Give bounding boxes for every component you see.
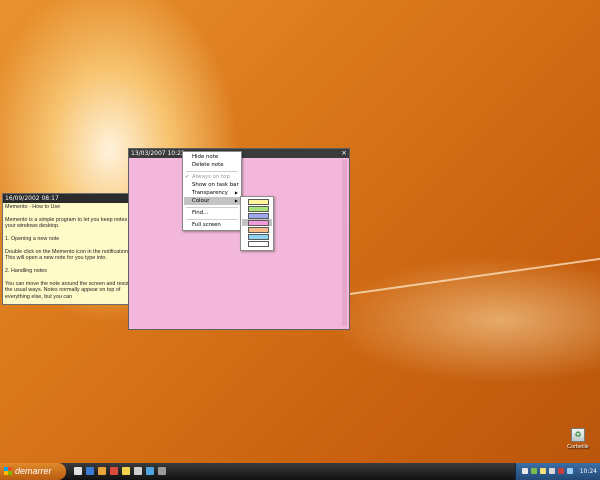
menu-item-delete-note[interactable]: Delete note [184,161,240,169]
quick-launch-icon[interactable] [146,467,154,475]
tray-icon[interactable] [522,468,528,474]
start-label: demarrer [15,466,52,476]
menu-separator [186,171,238,172]
menu-item-label: Always on top [192,174,230,180]
colour-option-blue[interactable] [242,212,272,219]
menu-item-transparency[interactable]: Transparency ▶ [184,189,240,197]
quick-launch-icon[interactable] [122,467,130,475]
recycle-bin-shortcut[interactable]: ♻ Corbeille [565,428,591,450]
note-context-menu: Hide note Delete note ✔ Always on top Sh… [182,151,242,231]
menu-item-label: Colour [192,198,210,204]
menu-item-label: Full screen [192,222,221,228]
note-window-howto[interactable]: 16/09/2002 08:17 Memento - How to Use Me… [2,193,147,305]
submenu-arrow-icon: ▶ [234,198,238,203]
menu-item-colour[interactable]: Colour ▶ [184,197,240,205]
windows-logo-icon [4,467,12,475]
desktop[interactable]: 16/09/2002 08:17 Memento - How to Use Me… [0,0,600,480]
colour-option-white[interactable] [242,240,272,247]
checkmark-icon: ✔ [185,174,190,180]
menu-item-always-on-top[interactable]: ✔ Always on top [184,173,240,181]
close-icon[interactable]: × [341,149,347,158]
note-body-text[interactable]: Memento - How to Use Memento is a simple… [3,203,147,305]
menu-item-show-on-task-bar[interactable]: Show on task bar [184,181,240,189]
submenu-arrow-icon: ▶ [234,190,238,195]
colour-option-green[interactable] [242,205,272,212]
memento-tray-icon[interactable] [540,468,546,474]
taskbar: demarrer 10:24 [0,463,600,480]
menu-item-hide-note[interactable]: Hide note [184,153,240,161]
menu-item-full-screen[interactable]: Full screen [184,221,240,229]
colour-option-pink[interactable] [242,219,272,226]
menu-item-label: Hide note [192,154,219,160]
colour-option-yellow[interactable] [242,198,272,205]
colour-submenu [240,196,274,251]
note-title-date: 13/03/2007 10:22 [131,150,185,157]
quick-launch-icon[interactable] [74,467,82,475]
recycle-bin-label: Corbeille [567,444,589,450]
quick-launch-icon[interactable] [98,467,106,475]
menu-item-label: Delete note [192,162,224,168]
note-scrollbar[interactable] [342,160,347,326]
menu-item-find[interactable]: Find... [184,209,240,217]
tray-icon[interactable] [558,468,564,474]
menu-item-label: Find... [192,210,209,216]
recycle-bin-icon: ♻ [571,428,585,442]
notification-area: 10:24 [515,463,600,480]
quick-launch-icon[interactable] [158,467,166,475]
start-button[interactable]: demarrer [0,463,66,480]
tray-icon[interactable] [567,468,573,474]
menu-item-label: Transparency [192,190,228,196]
quick-launch-icon[interactable] [134,467,142,475]
quick-launch-icon[interactable] [110,467,118,475]
tray-icon[interactable] [531,468,537,474]
note-title-bar[interactable]: 16/09/2002 08:17 [3,194,146,203]
colour-swatch [248,241,269,247]
menu-item-label: Show on task bar [192,182,239,188]
menu-separator [186,219,238,220]
menu-separator [186,207,238,208]
quick-launch-icon[interactable] [86,467,94,475]
taskbar-clock[interactable]: 10:24 [580,463,597,480]
tray-icon[interactable] [549,468,555,474]
colour-option-cyan[interactable] [242,233,272,240]
colour-option-orange[interactable] [242,226,272,233]
